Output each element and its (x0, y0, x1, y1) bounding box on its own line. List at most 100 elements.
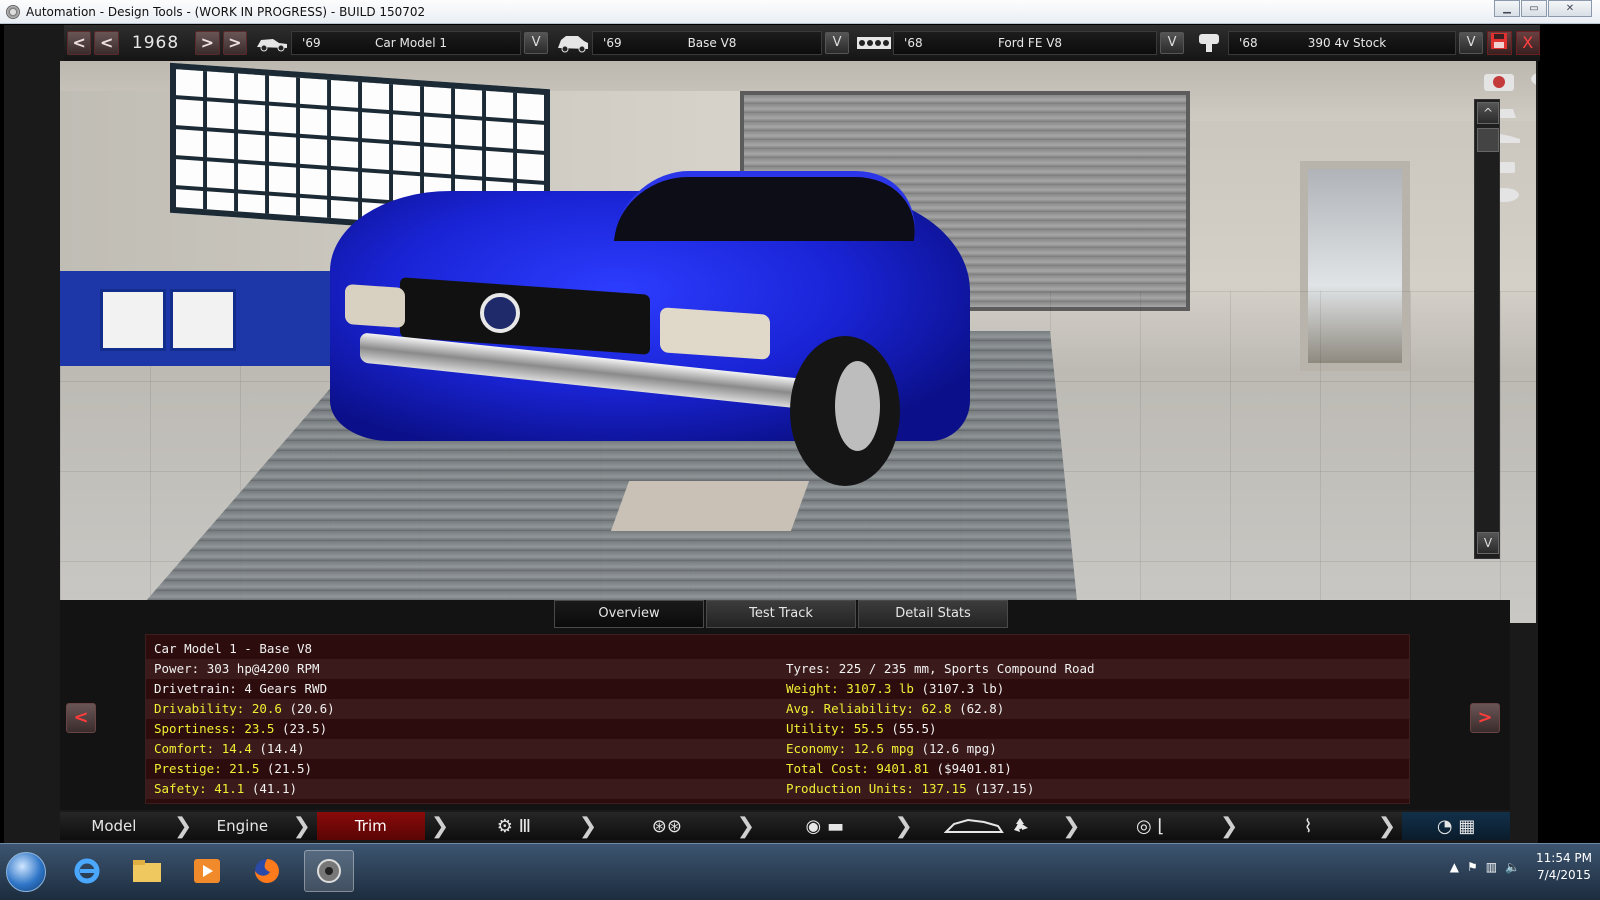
car-wheel-hub (835, 361, 880, 451)
chevron-right-icon: ❯ (1219, 813, 1239, 839)
engine-variant-dropdown-button[interactable]: V (1459, 32, 1484, 54)
chevron-right-icon: ❯ (173, 813, 193, 839)
action-center-flag-icon[interactable]: ⚑ (1467, 860, 1478, 874)
chevron-right-icon: ❯ (578, 813, 598, 839)
tab-detail-stats[interactable]: Detail Stats (858, 600, 1008, 628)
stat-row: Drivetrain: 4 Gears RWD Weight: 3107.3 l… (146, 679, 1409, 699)
tab-overview[interactable]: Overview (554, 600, 704, 628)
stat-tyres: Tyres: 225 / 235 mm, Sports Compound Roa… (786, 661, 1095, 676)
network-icon[interactable]: ▥ (1486, 860, 1497, 874)
scroll-down-button[interactable]: V (1477, 532, 1499, 554)
system-tray: ▲ ⚑ ▥ 🔈 11:54 PM 7/4/2015 (1446, 850, 1592, 884)
engine-variant-select[interactable]: '68 390 4v Stock (1228, 31, 1457, 55)
tray-expand-icon[interactable]: ▲ (1450, 860, 1459, 874)
car-headlight-left (345, 283, 405, 329)
panel-tabs: Overview Test Track Detail Stats (554, 600, 1010, 628)
stat-total-cost: Total Cost: 9401.81 ($9401.81) (786, 761, 1012, 776)
stat-prestige: Prestige: 21.5 (21.5) (154, 761, 313, 776)
chevron-right-icon: ❯ (894, 813, 913, 839)
stat-comfort: Comfort: 14.4 (14.4) (154, 741, 305, 756)
reset-view-icon[interactable] (1530, 569, 1536, 593)
cabinet-door (170, 289, 236, 351)
chevron-right-icon: ❯ (736, 813, 756, 839)
car-3d-viewport[interactable]: ^ V (60, 61, 1536, 623)
prev-fast-button[interactable]: < (67, 31, 92, 55)
stat-row: Power: 303 hp@4200 RPM Tyres: 225 / 235 … (146, 659, 1409, 679)
stat-drivability: Drivability: 20.6 (20.6) (154, 701, 335, 716)
chevron-right-icon: ❯ (292, 813, 311, 839)
model-dropdown-button[interactable]: V (524, 32, 549, 54)
clock-time: 11:54 PM (1536, 851, 1592, 865)
clock-date: 7/4/2015 (1537, 868, 1591, 882)
chevron-right-icon: ❯ (1377, 813, 1397, 839)
window-title: Automation - Design Tools - (WORK IN PRO… (26, 4, 426, 19)
volume-icon[interactable]: 🔈 (1505, 860, 1520, 874)
car-headlight-right (660, 307, 770, 360)
next-fast-button[interactable]: > (222, 31, 248, 55)
model-select[interactable]: '69 Car Model 1 (291, 31, 522, 55)
engine-family-year: '68 (904, 36, 923, 50)
trim-dropdown-button[interactable]: V (825, 32, 850, 54)
car-name: Car Model 1 - Base V8 (154, 641, 313, 656)
wheels-icon[interactable]: ⊛⊛ (603, 812, 730, 840)
stat-row: Car Model 1 - Base V8 (146, 639, 1409, 659)
tab-test-track[interactable]: Test Track (706, 600, 856, 628)
engine-variant-name: 390 4v Stock (1307, 36, 1387, 50)
window-controls: ▁ ▭ ✕ (1493, 0, 1592, 17)
internet-explorer-icon[interactable] (62, 850, 112, 892)
gearbox-icon[interactable]: ⚙ Ⅲ (455, 812, 573, 840)
next-year-button[interactable]: > (195, 31, 220, 55)
car-windshield (613, 171, 927, 241)
window-titlebar: Automation - Design Tools - (WORK IN PRO… (0, 0, 1600, 24)
minimize-button[interactable]: ▁ (1494, 0, 1520, 17)
workbench-cabinet (60, 271, 360, 366)
design-toolbar: < < 1968 > > '69 Car Model 1 V '69 Base … (64, 25, 1540, 61)
eye-icon[interactable] (1524, 67, 1536, 91)
panel-next-button[interactable]: > (1470, 703, 1500, 733)
maximize-button[interactable]: ▭ (1521, 0, 1547, 17)
save-icon[interactable] (1487, 31, 1512, 55)
engine-family-select[interactable]: '68 Ford FE V8 (893, 31, 1158, 55)
stat-power: Power: 303 hp@4200 RPM (154, 661, 320, 676)
media-player-icon[interactable] (182, 850, 232, 892)
camera-icon[interactable] (1480, 69, 1520, 93)
viewport-scrollbar[interactable]: ^ V (1474, 99, 1500, 559)
close-designer-button[interactable]: X (1515, 31, 1540, 55)
suspension-icon[interactable]: ⌇ (1244, 812, 1371, 840)
aero-cooling-icon[interactable] (919, 812, 1056, 840)
piston-icon (1190, 32, 1228, 54)
stat-safety: Safety: 41.1 (41.1) (154, 781, 298, 796)
nav-trim[interactable]: Trim (316, 812, 425, 840)
engine-block-icon (855, 32, 893, 54)
app-side-margin (1538, 25, 1600, 862)
engine-family-name: Ford FE V8 (997, 36, 1063, 50)
test-icon[interactable]: ◔ ▦ (1402, 812, 1511, 840)
car-model-icon (253, 32, 291, 54)
stat-row: Sportiness: 23.5 (23.5) Utility: 55.5 (5… (146, 719, 1409, 739)
trim-year: '69 (603, 36, 622, 50)
scroll-thumb[interactable] (1477, 128, 1499, 152)
windows-taskbar: ▲ ⚑ ▥ 🔈 11:54 PM 7/4/2015 (0, 843, 1600, 900)
nav-model[interactable]: Model (60, 812, 168, 840)
trim-name: Base V8 (687, 36, 737, 50)
interior-icon[interactable]: ◎ ⌊ (1087, 812, 1214, 840)
stat-weight: Weight: 3107.3 lb (3107.3 lb) (786, 681, 1005, 696)
nav-engine[interactable]: Engine (198, 812, 286, 840)
window-close-button[interactable]: ✕ (1548, 0, 1592, 17)
start-button[interactable] (6, 852, 46, 892)
firefox-icon[interactable] (242, 850, 292, 892)
design-stage-nav: Model ❯ Engine ❯ Trim ❯ ⚙ Ⅲ ❯ ⊛⊛ ❯ ◉ ▬ ❯… (60, 812, 1511, 840)
stat-sportiness: Sportiness: 23.5 (23.5) (154, 721, 328, 736)
scroll-up-button[interactable]: ^ (1477, 102, 1499, 124)
engine-family-selector: '68 Ford FE V8 V (855, 30, 1185, 56)
panel-prev-button[interactable]: < (66, 703, 96, 733)
prev-year-button[interactable]: < (94, 31, 119, 55)
body-icon[interactable]: ◉ ▬ (761, 812, 888, 840)
automation-icon[interactable] (304, 850, 354, 892)
tray-clock[interactable]: 11:54 PM 7/4/2015 (1536, 850, 1592, 884)
trim-select[interactable]: '69 Base V8 (592, 31, 823, 55)
engine-family-dropdown-button[interactable]: V (1160, 32, 1185, 54)
file-explorer-icon[interactable] (122, 850, 172, 892)
cabinet-door (100, 289, 166, 351)
car-badge (480, 293, 520, 333)
